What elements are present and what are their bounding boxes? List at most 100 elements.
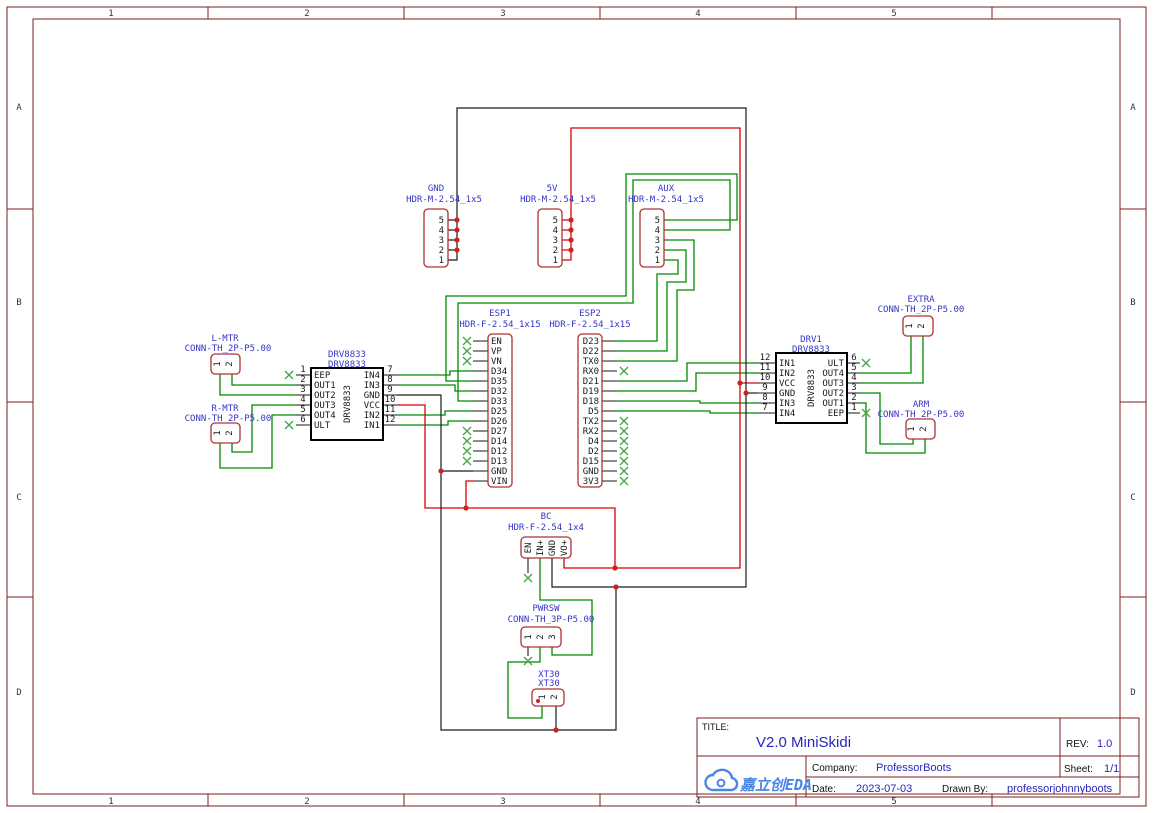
sheet-title[interactable]: V2.0 MiniSkidi — [756, 734, 851, 751]
part-label: HDR-M-2.54_1x5 — [406, 195, 482, 205]
body-label: DRV8833 — [807, 369, 817, 407]
wire[interactable] — [617, 363, 757, 381]
wire[interactable] — [617, 411, 757, 413]
svg-text:VCC: VCC — [779, 379, 795, 389]
svg-text:2: 2 — [439, 246, 444, 256]
svg-text:D2: D2 — [588, 447, 599, 457]
svg-text:D25: D25 — [491, 407, 507, 417]
svg-text:OUT3: OUT3 — [822, 379, 844, 389]
svg-text:12: 12 — [760, 353, 771, 363]
wire[interactable] — [397, 421, 473, 425]
esp1-pin-stubs — [473, 341, 488, 481]
svg-text:OUT3: OUT3 — [314, 401, 336, 411]
date-value[interactable]: 2023-07-03 — [856, 783, 912, 795]
wire[interactable] — [397, 371, 473, 375]
refdes-label: PWRSW — [532, 604, 560, 614]
gnd-header-body[interactable] — [424, 209, 448, 267]
5v-header-body[interactable] — [538, 209, 562, 267]
svg-text:6: 6 — [300, 415, 305, 425]
svg-text:2: 2 — [851, 393, 856, 403]
svg-text:IN1: IN1 — [779, 359, 795, 369]
pin-number: 2 — [225, 361, 235, 366]
refdes-label: ESP2 — [579, 309, 601, 319]
svg-text:9: 9 — [387, 385, 392, 395]
svg-text:11: 11 — [385, 405, 396, 415]
svg-text:D12: D12 — [491, 447, 507, 457]
svg-text:4: 4 — [439, 226, 444, 236]
wire[interactable] — [397, 411, 473, 415]
svg-text:3: 3 — [300, 385, 305, 395]
power-wire[interactable] — [562, 220, 571, 250]
sheet-label: Sheet: — [1064, 764, 1093, 775]
svg-text:VN: VN — [491, 357, 502, 367]
part-label: CONN-TH_3P-P5.00 — [508, 615, 595, 625]
refdes-label: DRV1 — [800, 335, 822, 345]
schematic-canvas[interactable]: 12345 12345 ABCD ABCD — [0, 0, 1153, 813]
ground-wire[interactable] — [448, 220, 457, 250]
pin-number: 1 — [907, 426, 917, 431]
wire[interactable] — [397, 385, 473, 391]
svg-text:1: 1 — [851, 403, 856, 413]
svg-text:9: 9 — [762, 383, 767, 393]
wire[interactable] — [860, 336, 911, 373]
svg-text:EEP: EEP — [828, 409, 845, 419]
pin-numbers: 1 2 3 — [524, 634, 558, 639]
easyeda-logo: 嘉立创EDA — [706, 770, 813, 794]
svg-text:D19: D19 — [583, 387, 599, 397]
sheet-value[interactable]: 1/1 — [1104, 763, 1119, 775]
rev-label: REV: — [1066, 739, 1089, 750]
svg-text:D15: D15 — [583, 457, 599, 467]
rev-value[interactable]: 1.0 — [1097, 738, 1112, 750]
svg-text:4: 4 — [851, 373, 856, 383]
svg-text:IN1: IN1 — [364, 421, 380, 431]
wire[interactable] — [617, 401, 757, 403]
pin-number: 2 — [917, 323, 927, 328]
svg-text:IN2: IN2 — [779, 369, 795, 379]
date-label: Date: — [812, 784, 836, 795]
svg-text:EEP: EEP — [314, 371, 331, 381]
svg-text:D26: D26 — [491, 417, 507, 427]
svg-text:EN: EN — [524, 543, 534, 554]
cloud-icon-detail — [718, 780, 725, 787]
svg-text:D: D — [16, 688, 21, 698]
svg-text:D14: D14 — [491, 437, 507, 447]
svg-text:4: 4 — [655, 226, 660, 236]
svg-text:OUT2: OUT2 — [314, 391, 336, 401]
drawn-by-value[interactable]: professorjohnnyboots — [1007, 783, 1113, 795]
aux-header-body[interactable] — [640, 209, 664, 267]
svg-text:3: 3 — [439, 236, 444, 246]
pin-number: 1 — [213, 430, 223, 435]
svg-text:10: 10 — [385, 395, 396, 405]
svg-text:1: 1 — [439, 256, 444, 266]
svg-text:OUT4: OUT4 — [314, 411, 336, 421]
logo-text: 嘉立创EDA — [739, 776, 812, 794]
power-wire[interactable] — [466, 481, 473, 508]
svg-text:VIN: VIN — [491, 477, 507, 487]
wire[interactable] — [232, 374, 296, 385]
svg-text:IN4: IN4 — [779, 409, 795, 419]
refdes-label: ARM — [913, 400, 930, 410]
svg-text:4: 4 — [695, 9, 700, 19]
svg-text:D4: D4 — [588, 437, 599, 447]
svg-text:3: 3 — [500, 9, 505, 19]
part-label: HDR-F-2.54_1x4 — [508, 523, 584, 533]
refdes-label: ESP1 — [489, 309, 511, 319]
company-value[interactable]: ProfessorBoots — [876, 762, 952, 774]
svg-text:D27: D27 — [491, 427, 507, 437]
svg-text:1: 1 — [300, 365, 305, 375]
svg-text:8: 8 — [387, 375, 392, 385]
svg-text:D33: D33 — [491, 397, 507, 407]
svg-text:5: 5 — [655, 216, 660, 226]
part-label: CONN-TH_2P-P5.00 — [878, 305, 965, 315]
pin-numbers: 54321 — [439, 216, 444, 266]
svg-text:IN3: IN3 — [364, 381, 380, 391]
svg-text:7: 7 — [762, 403, 767, 413]
title-label: TITLE: — [702, 722, 729, 732]
svg-text:4: 4 — [695, 797, 700, 807]
refdes-label: L-MTR — [211, 334, 239, 344]
svg-text:A: A — [1130, 103, 1136, 113]
pin-number: 2 — [919, 426, 929, 431]
svg-text:TX0: TX0 — [583, 357, 599, 367]
refdes-label: EXTRA — [907, 295, 935, 305]
component-bc: BC HDR-F-2.54_1x4 EN IN+ GND VO+ — [508, 512, 584, 573]
